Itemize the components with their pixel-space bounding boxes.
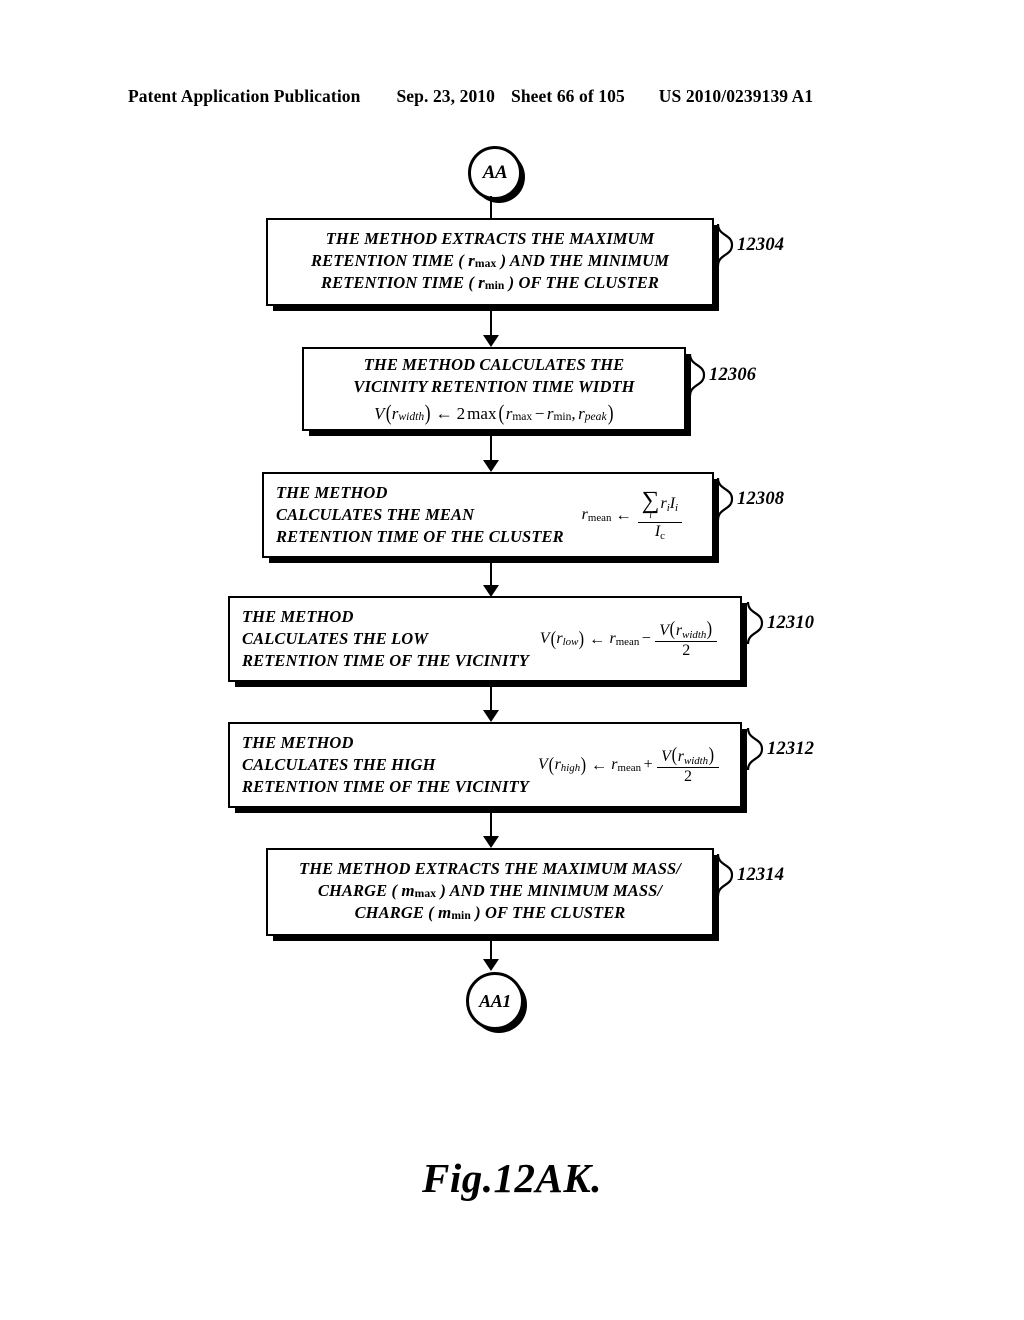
box-12314-line-3-text: CHARGE ( <box>354 902 434 922</box>
connector-12312-to-12314 <box>490 808 492 836</box>
box-12310-line-1: THE METHOD <box>242 607 354 627</box>
arrowhead-to-12306 <box>483 335 499 347</box>
connector-12310-to-12312 <box>490 682 492 711</box>
symbol-r-max: r max <box>468 251 497 271</box>
box-12312-line-1: THE METHOD <box>242 733 354 753</box>
arrowhead-to-12314 <box>483 836 499 848</box>
box-12310-formula: V(r low) ← r mean − V(rwidth) 2 <box>529 618 730 660</box>
reference-leader-12304: 12304 <box>716 222 784 268</box>
reference-number-12310: 12310 <box>767 612 815 633</box>
box-12304-line-1: THE METHOD EXTRACTS THE MAXIMUM <box>325 229 655 249</box>
arrowhead-to-12312 <box>483 710 499 722</box>
box-12314-line-3: CHARGE ( m min ) OF THE CLUSTER <box>354 902 626 923</box>
process-box-12306: THE METHOD CALCULATES THE VICINITY RETEN… <box>302 347 686 431</box>
box-12312-formula: V(r high) ← r mean + V(rwidth) 2 <box>529 744 730 786</box>
box-12308-line-3: RETENTION TIME OF THE CLUSTER <box>276 526 564 546</box>
figure-caption: Fig.12AK. <box>422 1155 602 1201</box>
brace-icon <box>746 601 764 645</box>
box-12308-line-1: THE METHOD <box>276 483 388 503</box>
connector-12306-to-12308 <box>490 431 492 461</box>
box-12314-line-2: CHARGE ( m max ) AND THE MINIMUM MASS/ <box>317 881 663 901</box>
reference-number-12306: 12306 <box>709 364 757 385</box>
reference-leader-12306: 12306 <box>688 352 756 398</box>
box-12314-line-2-text: CHARGE ( <box>317 881 398 901</box>
brace-icon <box>688 353 706 397</box>
reference-leader-12308: 12308 <box>716 476 784 522</box>
brace-icon <box>716 853 734 897</box>
connector-12314-to-aa1 <box>490 936 492 960</box>
brace-icon <box>716 223 734 267</box>
flowchart-canvas: AA THE METHOD EXTRACTS THE MAXIMUM RETEN… <box>0 0 1024 1320</box>
process-box-12310: THE METHOD CALCULATES THE LOW RETENTION … <box>228 596 742 682</box>
connector-aa-to-12304 <box>490 196 492 218</box>
box-12312-line-3: RETENTION TIME OF THE VICINITY <box>242 776 529 796</box>
connector-12308-to-12310 <box>490 558 492 586</box>
symbol-r-min: r min <box>478 272 505 293</box>
terminal-entry-aa: AA <box>468 146 522 200</box>
box-12308-formula: r mean ← ∑ i riIi Ic <box>564 488 702 542</box>
process-box-12314: THE METHOD EXTRACTS THE MAXIMUM MASS/ CH… <box>266 848 714 936</box>
box-12306-formula: V(r width) ← 2 max ( r max − r min, r peak ) <box>374 400 614 425</box>
box-12308-line-2: CALCULATES THE MEAN <box>276 505 475 525</box>
box-12312-line-2: CALCULATES THE HIGH <box>242 755 436 775</box>
reference-leader-12314: 12314 <box>716 852 784 898</box>
reference-number-12308: 12308 <box>737 488 785 509</box>
process-box-12308: THE METHOD CALCULATES THE MEAN RETENTION… <box>262 472 714 558</box>
brace-icon <box>716 477 734 521</box>
terminal-exit-label: AA1 <box>479 990 511 1011</box>
process-box-12312: THE METHOD CALCULATES THE HIGH RETENTION… <box>228 722 742 808</box>
box-12304-line-3: RETENTION TIME ( r min ) OF THE CLUSTER <box>321 272 659 293</box>
connector-12304-to-12306 <box>490 306 492 336</box>
box-12314-line-1: THE METHOD EXTRACTS THE MAXIMUM MASS/ <box>299 859 681 879</box>
reference-number-12312: 12312 <box>767 738 815 759</box>
box-12304-line-2-text: RETENTION TIME ( <box>311 251 464 271</box>
terminal-exit-aa1: AA1 <box>466 972 524 1030</box>
symbol-m-min: m min <box>438 902 471 923</box>
reference-leader-12310: 12310 <box>746 600 814 646</box>
arrowhead-to-aa1 <box>483 959 499 971</box>
box-12306-line-1: THE METHOD CALCULATES THE <box>363 354 625 374</box>
brace-icon <box>746 727 764 771</box>
box-12306-line-2: VICINITY RETENTION TIME WIDTH <box>353 376 635 396</box>
symbol-m-max: m max <box>401 881 437 901</box>
reference-number-12304: 12304 <box>737 234 785 255</box>
process-box-12304: THE METHOD EXTRACTS THE MAXIMUM RETENTIO… <box>266 218 714 306</box>
reference-leader-12312: 12312 <box>746 726 814 772</box>
box-12304-line-2: RETENTION TIME ( r max ) AND THE MINIMUM <box>311 251 669 271</box>
box-12310-line-3: RETENTION TIME OF THE VICINITY <box>242 650 529 670</box>
box-12304-line-3-text: RETENTION TIME ( <box>321 272 474 292</box>
box-12310-line-2: CALCULATES THE LOW <box>242 629 429 649</box>
terminal-entry-label: AA <box>482 162 508 183</box>
reference-number-12314: 12314 <box>737 864 785 885</box>
arrowhead-to-12308 <box>483 460 499 472</box>
